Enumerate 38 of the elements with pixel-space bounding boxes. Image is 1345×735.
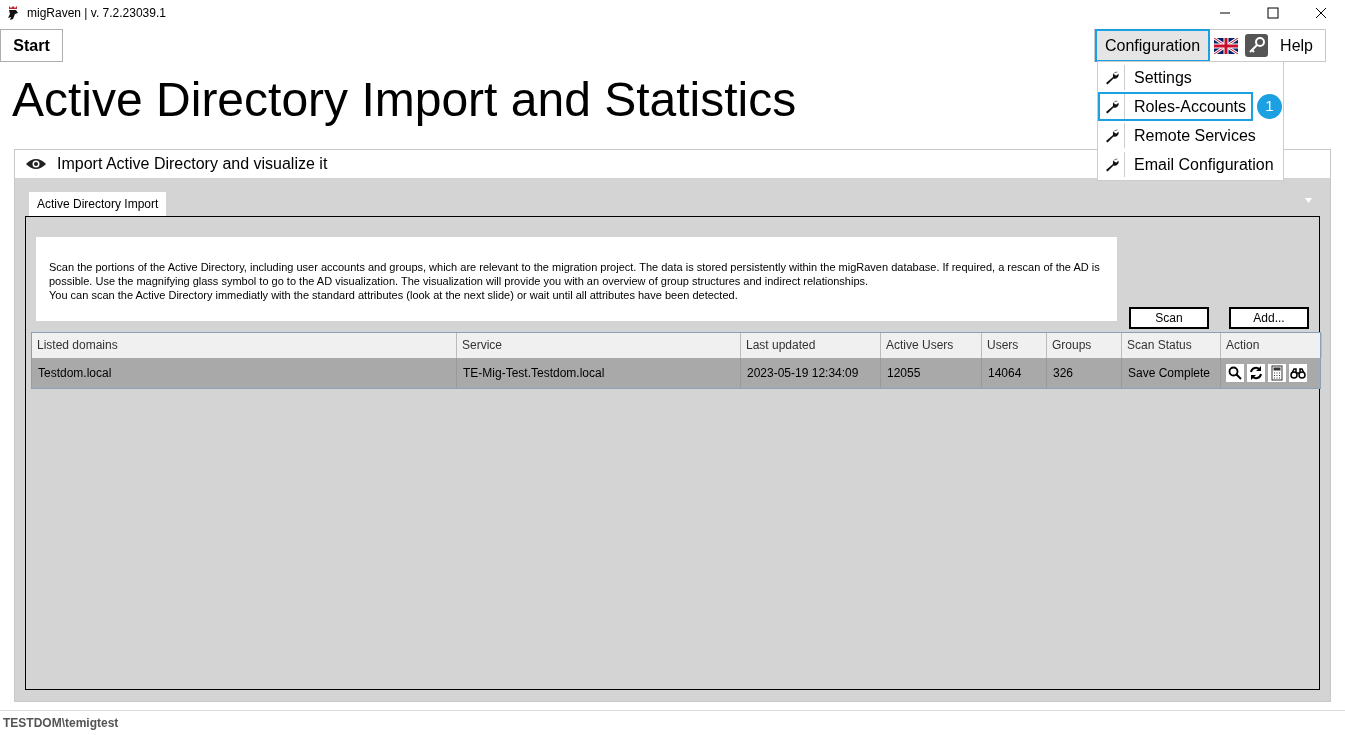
status-bar-user: TESTDOM\temigtest xyxy=(3,715,119,732)
table-cell: 12055 xyxy=(881,358,982,388)
wrench-icon xyxy=(1104,69,1120,86)
table-row[interactable]: Testdom.local TE-Mig-Test.Testdom.local 2023-05-19 12:34:09 12055 14064 326 Save Complete xyxy=(32,358,1320,388)
table-cell: 14064 xyxy=(982,358,1047,388)
add-button[interactable]: Add... xyxy=(1229,307,1309,329)
table-cell: 326 xyxy=(1047,358,1122,388)
configuration-menu-button[interactable]: Configuration xyxy=(1094,29,1211,62)
table-cell: TE-Mig-Test.Testdom.local xyxy=(457,358,741,388)
calculator-icon[interactable] xyxy=(1268,364,1286,382)
raven-logo-icon xyxy=(6,4,20,21)
wrench-icon xyxy=(1104,98,1120,115)
key-icon[interactable] xyxy=(1245,34,1269,57)
table-cell: Save Complete xyxy=(1122,358,1221,388)
start-button[interactable]: Start xyxy=(0,29,63,62)
menu-item[interactable]: Roles-Accounts xyxy=(1098,92,1253,121)
description-text: Scan the portions of the Active Directory, including user accounts and groups, which are relevant to the migration project. The data is stored persistently within the migRaven database. If required, a rescan of the AD is possible. Use the magnifying glass symbol to go to the AD visualization. The visualization will provide you with an overview of group structures and indirect relationships. You can scan the Active Directory immediatly with the standard attributes (look at the next slide) or wait until all attributes have been detected. xyxy=(36,237,1117,321)
close-icon[interactable] xyxy=(1315,6,1327,19)
panel-title: Import Active Directory and visualize it xyxy=(57,154,328,174)
table-cell: Testdom.local xyxy=(32,358,457,388)
menu-item[interactable]: Email Configuration xyxy=(1098,150,1283,179)
window-title: migRaven | v. 7.2.23039.1 xyxy=(27,4,166,22)
menu-item[interactable]: Remote Services xyxy=(1098,121,1283,150)
binoculars-icon[interactable] xyxy=(1289,364,1307,382)
help-button[interactable]: Help xyxy=(1268,33,1325,58)
search-icon[interactable] xyxy=(1226,364,1244,382)
scan-button[interactable]: Scan xyxy=(1129,307,1209,329)
refresh-icon[interactable] xyxy=(1247,364,1265,382)
callout-badge: 1 xyxy=(1257,94,1282,119)
british-flag-icon[interactable] xyxy=(1214,37,1239,54)
wrench-icon xyxy=(1104,127,1120,144)
tab[interactable]: Active Directory Import xyxy=(29,192,167,216)
menu-item[interactable]: Settings xyxy=(1098,63,1283,92)
page-heading: Active Directory Import and Statistics xyxy=(12,72,797,128)
table-cell: 2023-05-19 12:34:09 xyxy=(741,358,881,388)
wrench-icon xyxy=(1104,156,1120,173)
eye-icon xyxy=(25,157,47,171)
maximize-icon[interactable] xyxy=(1267,6,1279,19)
